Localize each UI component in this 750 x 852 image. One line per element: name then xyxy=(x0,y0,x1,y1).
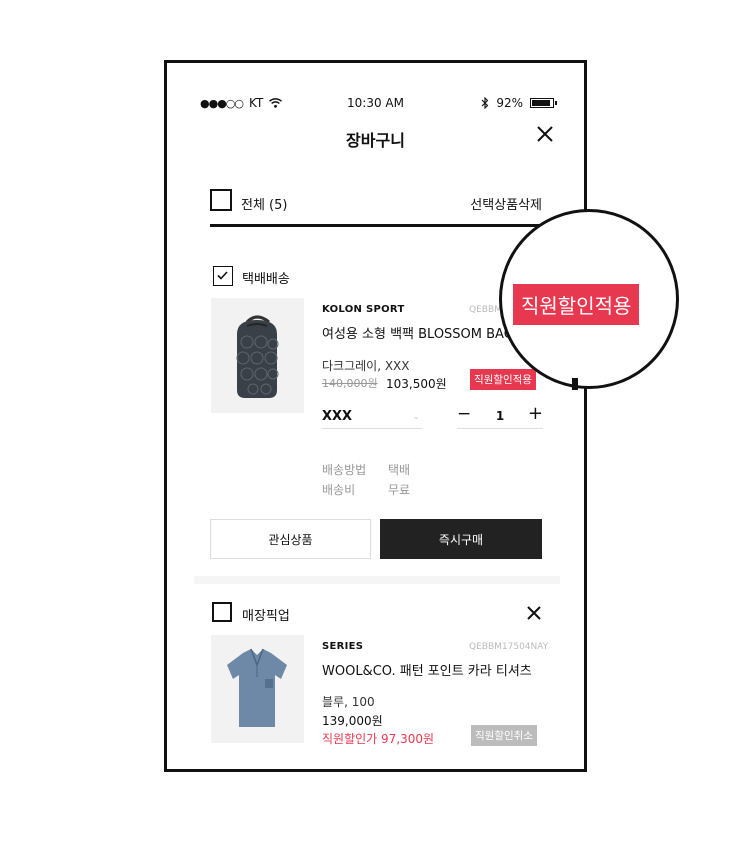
check-icon xyxy=(217,271,228,280)
shipping-method-key: 배송방법 xyxy=(322,463,367,477)
bluetooth-icon xyxy=(481,97,489,109)
product-code-2: QEBBM17504NAY xyxy=(469,642,549,652)
battery-icon xyxy=(530,98,557,108)
shipping-method-value: 택배 xyxy=(388,463,411,477)
section-divider xyxy=(194,576,560,584)
section-label-delivery: 택배배송 xyxy=(242,272,290,287)
employee-discount-price: 직원할인가 97,300원 xyxy=(322,732,435,746)
section-checkbox-delivery[interactable] xyxy=(213,266,233,286)
page-title: 장바구니 xyxy=(346,131,405,150)
zoom-discount-badge: 직원할인적용 xyxy=(513,284,640,325)
product-image-backpack[interactable] xyxy=(211,298,304,413)
shipping-fee-key: 배송비 xyxy=(322,483,356,497)
section-label-pickup: 매장픽업 xyxy=(242,609,290,624)
close-icon[interactable] xyxy=(536,125,554,143)
product-name[interactable]: 여성용 소형 백팩 BLOSSOM BAG xyxy=(322,323,514,342)
select-all-checkbox[interactable] xyxy=(210,189,232,211)
minus-button[interactable]: − xyxy=(457,404,471,424)
zoom-callout: 직원할인적용 xyxy=(499,209,679,389)
original-price: 140,000원 xyxy=(322,377,378,390)
remove-item-icon[interactable] xyxy=(526,605,542,621)
select-all-row: 전체 (5) 선택상품삭제 xyxy=(210,187,542,227)
quantity-stepper[interactable]: − 1 + xyxy=(457,401,543,429)
battery-percent: 92% xyxy=(496,96,523,110)
product-option-2: 블루, 100 xyxy=(322,695,375,709)
buy-now-button[interactable]: 즉시구매 xyxy=(380,519,542,559)
product-brand: KOLON SPORT xyxy=(322,304,405,315)
select-all-label: 전체 (5) xyxy=(241,198,288,213)
shipping-fee-value: 무료 xyxy=(388,483,411,497)
product-option: 다크그레이, XXX xyxy=(322,359,410,373)
product-code: QEBBM xyxy=(469,305,502,315)
status-right: 92% xyxy=(481,96,557,110)
wishlist-button[interactable]: 관심상품 xyxy=(210,519,371,559)
product-brand-2: SERIES xyxy=(322,641,364,652)
product-image-shirt[interactable] xyxy=(211,635,304,743)
option-select[interactable]: XXX ⌄ xyxy=(322,401,422,429)
cancel-discount-badge[interactable]: 직원할인취소 xyxy=(471,725,537,746)
zoom-pointer xyxy=(572,378,578,390)
employee-discount-badge[interactable]: 직원할인적용 xyxy=(470,369,536,390)
plus-button[interactable]: + xyxy=(528,403,543,424)
phone-frame: ●●●○○ KT 10:30 AM 92% 장바구니 전체 (5) 선택상품삭제 xyxy=(164,60,587,772)
polo-shirt-image xyxy=(227,648,287,727)
product-name-2[interactable]: WOOL&CO. 패턴 포인트 카라 티셔츠 xyxy=(322,660,532,679)
backpack-image xyxy=(236,315,279,398)
sale-price: 103,500원 xyxy=(386,377,447,391)
product-price-2: 139,000원 xyxy=(322,714,383,728)
delete-selected-button[interactable]: 선택상품삭제 xyxy=(470,194,542,213)
section-checkbox-pickup[interactable] xyxy=(212,602,232,622)
option-select-value: XXX xyxy=(322,409,353,424)
chevron-down-icon: ⌄ xyxy=(412,412,420,422)
quantity-value: 1 xyxy=(495,409,505,423)
